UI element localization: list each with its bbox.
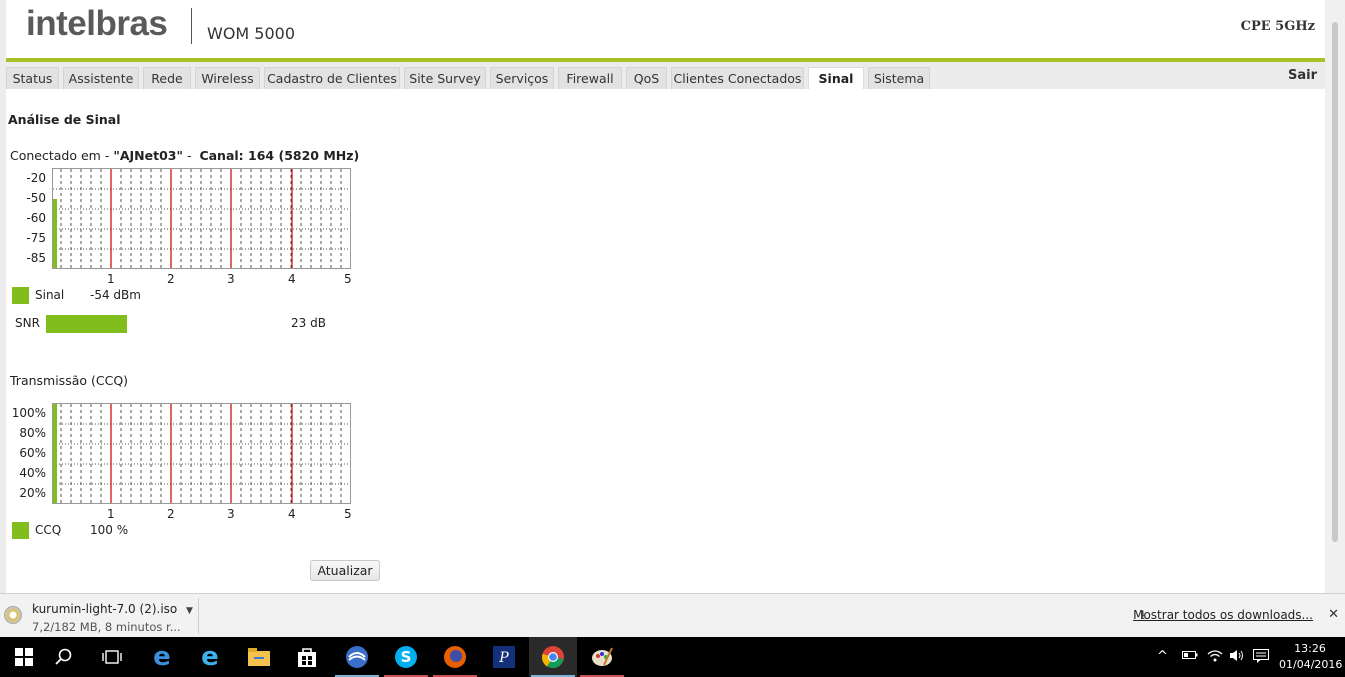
connection-ssid: "AJNet03" xyxy=(113,148,183,163)
system-clock[interactable]: 13:26 01/04/2016 xyxy=(1279,641,1343,673)
notifications-icon[interactable] xyxy=(1253,649,1269,667)
firefox-icon[interactable] xyxy=(431,637,479,677)
ccq-value: 100 % xyxy=(90,523,129,537)
header: intelbras WOM 5000 CPE 5GHz xyxy=(6,0,1325,58)
ccq-x-tick: 1 xyxy=(107,507,115,521)
wifi-icon[interactable] xyxy=(1207,649,1223,666)
signal-y-tick: -75 xyxy=(26,231,46,245)
paint-icon[interactable] xyxy=(578,637,626,677)
snr-bar xyxy=(46,315,127,333)
ie-icon[interactable]: e xyxy=(186,637,234,677)
tab-assistente[interactable]: Assistente xyxy=(63,67,139,89)
ccq-x-tick: 5 xyxy=(344,507,352,521)
ccq-y-tick: 60% xyxy=(19,446,46,460)
task-view-icon[interactable] xyxy=(88,637,136,677)
download-file-name: kurumin-light-7.0 (2).iso xyxy=(32,602,178,616)
signal-chart xyxy=(52,168,351,269)
ccq-y-tick: 40% xyxy=(19,466,46,480)
download-item[interactable]: kurumin-light-7.0 (2).iso 7,2/182 MB, 8 … xyxy=(0,598,199,634)
model-name: WOM 5000 xyxy=(207,24,296,43)
snr-label: SNR xyxy=(15,316,40,330)
show-all-downloads-link[interactable]: Mostrar todos os downloads... xyxy=(1133,608,1313,622)
ccq-chart xyxy=(52,403,351,504)
connection-channel: Canal: 164 (5820 MHz) xyxy=(199,148,360,163)
scrollbar-thumb[interactable] xyxy=(1332,22,1338,542)
signal-y-tick: -85 xyxy=(26,251,46,265)
svg-text:S: S xyxy=(401,648,412,666)
logout-link[interactable]: Sair xyxy=(1288,68,1317,83)
device-type: CPE 5GHz xyxy=(1240,19,1315,34)
disc-image-icon xyxy=(4,606,22,624)
windows-taskbar: e e S P ^ 13:26 01/04/2016 xyxy=(0,637,1345,677)
chevron-down-icon[interactable]: ▼ xyxy=(186,606,193,616)
vertical-scrollbar[interactable] xyxy=(1325,0,1345,593)
brand-logo: intelbras xyxy=(26,4,168,43)
ccq-chart-grid xyxy=(53,404,350,503)
signal-level-bar xyxy=(53,199,57,268)
ccq-x-tick: 2 xyxy=(167,507,175,521)
signal-y-tick: -20 xyxy=(26,171,46,185)
tab-firewall[interactable]: Firewall xyxy=(558,67,622,89)
clock-time: 13:26 xyxy=(1294,642,1326,655)
skype-icon[interactable]: S xyxy=(382,637,430,677)
connection-info: Conectado em - "AJNet03" - Canal: 164 (5… xyxy=(10,148,359,163)
clock-date: 01/04/2016 xyxy=(1279,658,1343,671)
pdf-app-icon[interactable]: P xyxy=(480,637,528,677)
nav-tabs: Status Assistente Rede Wireless Cadastro… xyxy=(6,62,1325,89)
ccq-section-title: Transmissão (CCQ) xyxy=(10,373,129,388)
download-status: 7,2/182 MB, 8 minutos r... xyxy=(32,620,181,634)
page-title: Análise de Sinal xyxy=(8,112,121,127)
tab-sinal[interactable]: Sinal xyxy=(808,67,864,89)
ccq-level-bar xyxy=(53,404,57,503)
signal-x-tick: 4 xyxy=(288,272,296,286)
signal-y-tick: -60 xyxy=(26,211,46,225)
edge-icon[interactable]: e xyxy=(138,637,186,677)
tab-rede[interactable]: Rede xyxy=(143,67,191,89)
download-bar: kurumin-light-7.0 (2).iso 7,2/182 MB, 8 … xyxy=(0,593,1345,637)
tab-servicos[interactable]: Serviços xyxy=(490,67,554,89)
tab-cadastro-clientes[interactable]: Cadastro de Clientes xyxy=(264,67,400,89)
signal-x-tick: 5 xyxy=(344,272,352,286)
ccq-y-tick: 100% xyxy=(11,406,46,420)
tab-sistema[interactable]: Sistema xyxy=(868,67,930,89)
ccq-legend-swatch xyxy=(12,522,29,539)
chevron-up-icon[interactable]: ^ xyxy=(1157,649,1168,664)
logo-divider xyxy=(191,8,192,44)
ccq-x-tick: 3 xyxy=(227,507,235,521)
volume-icon[interactable] xyxy=(1229,649,1245,666)
ccq-y-tick: 20% xyxy=(19,486,46,500)
ccq-y-tick: 80% xyxy=(19,426,46,440)
tab-qos[interactable]: QoS xyxy=(626,67,667,89)
signal-legend-label: Sinal xyxy=(35,288,65,302)
browser-page: intelbras WOM 5000 CPE 5GHz Status Assis… xyxy=(0,0,1345,593)
signal-chart-grid xyxy=(53,169,350,268)
signal-value: -54 dBm xyxy=(90,288,141,302)
battery-icon[interactable] xyxy=(1182,649,1198,664)
store-icon[interactable] xyxy=(283,637,331,677)
connection-prefix: Conectado em - xyxy=(10,148,110,163)
close-icon[interactable]: ✕ xyxy=(1328,607,1339,622)
signal-x-tick: 3 xyxy=(227,272,235,286)
search-icon[interactable] xyxy=(40,637,88,677)
web-content: intelbras WOM 5000 CPE 5GHz Status Assis… xyxy=(6,0,1325,593)
connection-separator: - xyxy=(186,148,192,163)
tab-status[interactable]: Status xyxy=(6,67,59,89)
file-explorer-icon[interactable] xyxy=(235,637,283,677)
chrome-icon[interactable] xyxy=(529,637,577,677)
signal-y-tick: -50 xyxy=(26,191,46,205)
tab-wireless[interactable]: Wireless xyxy=(195,67,260,89)
tab-clientes-conectados[interactable]: Clientes Conectados xyxy=(671,67,804,89)
signal-x-tick: 2 xyxy=(167,272,175,286)
signal-legend-swatch xyxy=(12,287,29,304)
ccq-legend-label: CCQ xyxy=(35,523,62,537)
signal-x-tick: 1 xyxy=(107,272,115,286)
ccq-x-tick: 4 xyxy=(288,507,296,521)
app-circle-icon[interactable] xyxy=(333,637,381,677)
snr-value: 23 dB xyxy=(291,316,326,330)
refresh-button[interactable]: Atualizar xyxy=(310,560,380,581)
tab-site-survey[interactable]: Site Survey xyxy=(404,67,486,89)
svg-text:P: P xyxy=(498,650,509,666)
